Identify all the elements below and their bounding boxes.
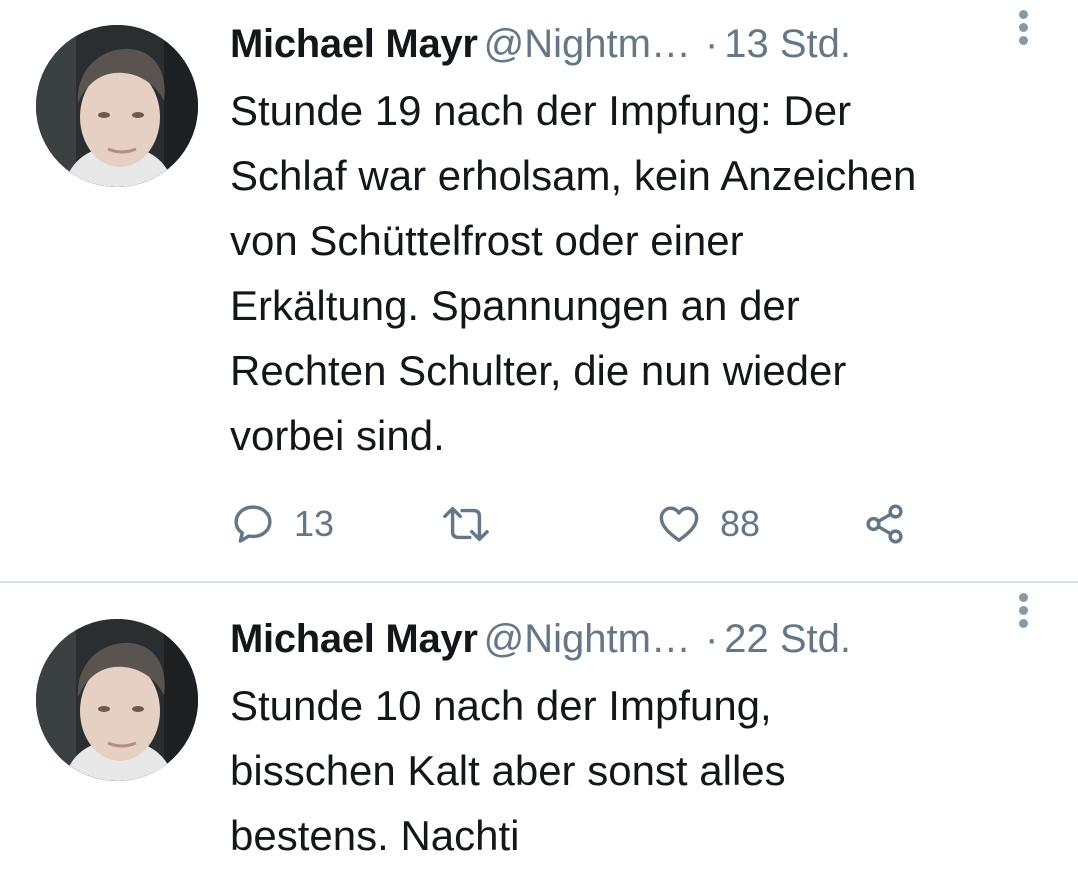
author-name[interactable]: Michael Mayr (230, 22, 478, 66)
tweet-text: Stunde 19 nach der Impfung: Der Schlaf w… (230, 87, 917, 459)
timestamp[interactable]: 22 Std. (724, 617, 851, 661)
share-icon (866, 504, 903, 544)
author-handle[interactable]: @Nightm… (484, 617, 691, 661)
reply-count: 13 (294, 503, 335, 544)
tweet-header: Michael Mayr @Nightm… · 22 Std. (230, 613, 1048, 665)
tweet-header: Michael Mayr @Nightm… · 13 Std. (230, 18, 1048, 70)
timestamp[interactable]: 13 Std. (724, 22, 851, 66)
separator-dot: · (704, 617, 719, 661)
avatar[interactable] (36, 619, 198, 781)
tweet-text: Stunde 10 nach der Impfung, bisschen Kal… (230, 682, 786, 859)
avatar-image (36, 25, 198, 187)
retweet-button[interactable] (438, 494, 494, 554)
separator-dot: · (704, 22, 719, 66)
avatar[interactable] (36, 25, 198, 187)
reply-icon (234, 505, 272, 543)
more-icon[interactable] (1016, 10, 1030, 52)
avatar-image (36, 619, 198, 781)
tweet[interactable]: Michael Mayr @Nightm… · 13 Std. Stunde 19 n… (0, 0, 1078, 582)
heart-icon (659, 506, 699, 543)
author-handle[interactable]: @Nightm… (484, 22, 691, 66)
more-icon[interactable] (1016, 593, 1030, 635)
tweet-actions: 13 88 (230, 494, 990, 554)
share-button[interactable] (862, 494, 908, 554)
like-count: 88 (720, 503, 761, 544)
retweet-icon (443, 506, 489, 542)
author-name[interactable]: Michael Mayr (230, 617, 478, 661)
reply-button[interactable]: 13 (230, 494, 334, 554)
tweet[interactable]: Michael Mayr @Nightm… · 22 Std. Stunde 10 n… (0, 583, 1078, 875)
like-button[interactable]: 88 (656, 494, 760, 554)
